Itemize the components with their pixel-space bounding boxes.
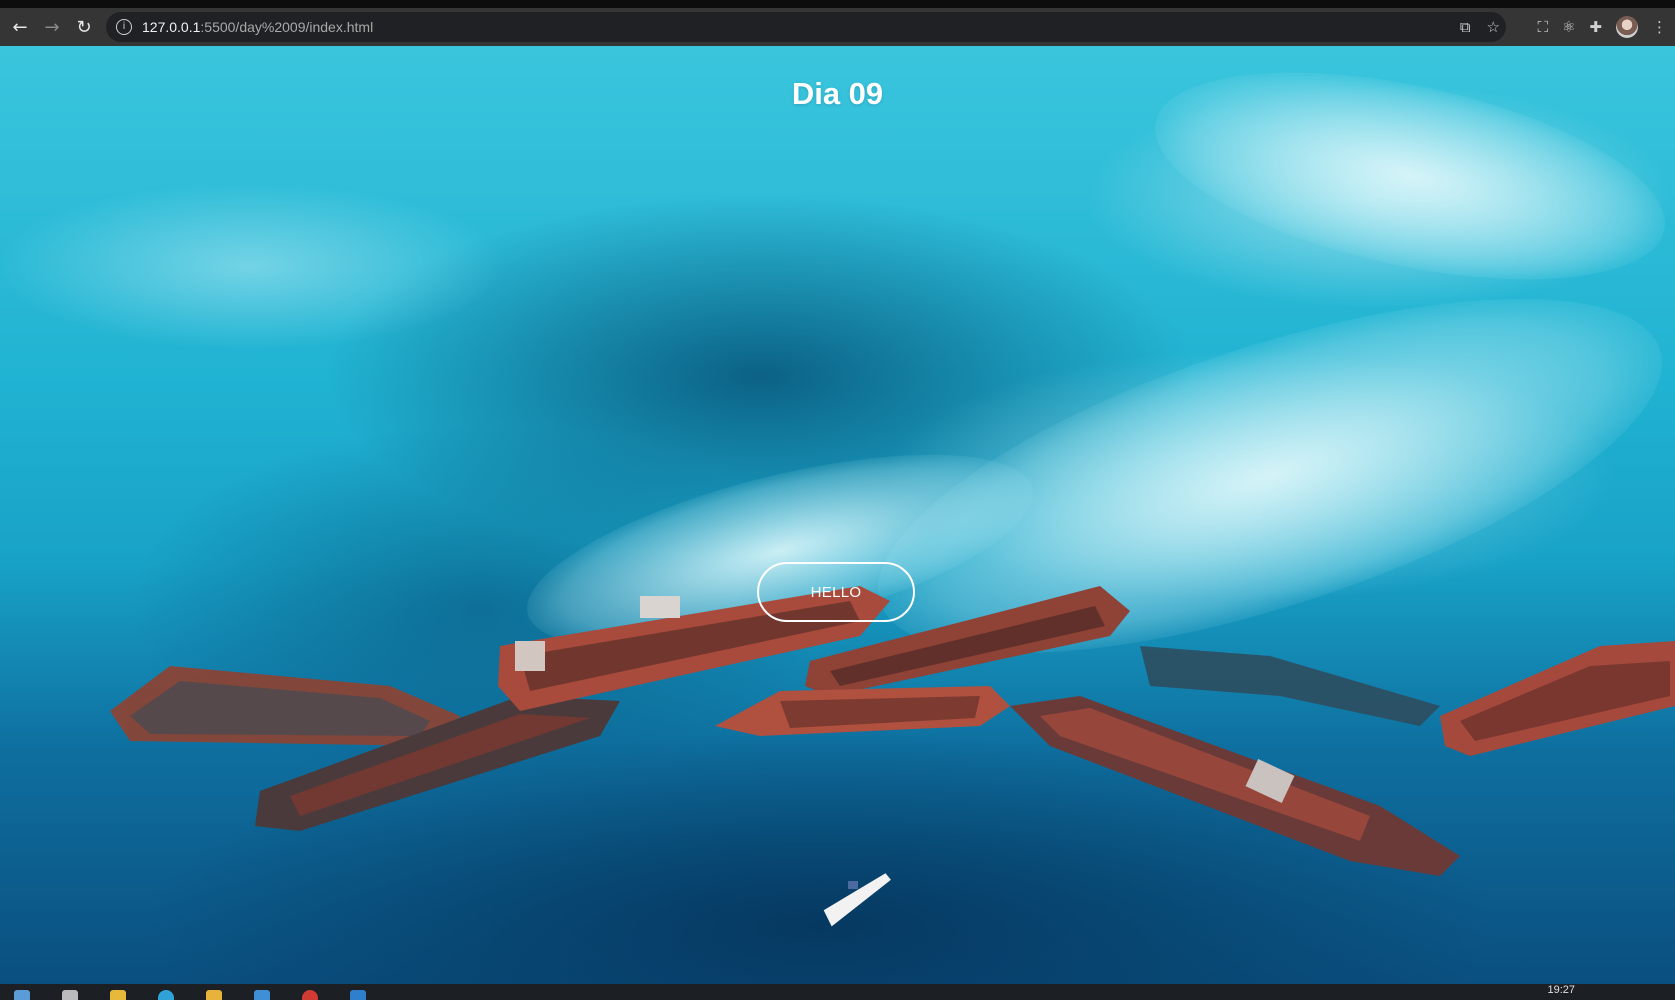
file-explorer-icon[interactable] <box>110 990 126 1000</box>
star-icon[interactable]: ☆ <box>1487 18 1500 36</box>
boat-shape <box>823 873 891 927</box>
address-bar[interactable]: i 127.0.0.1:5500/day%2009/index.html ⧉ ☆ <box>106 12 1506 42</box>
edge-icon[interactable] <box>158 990 174 1000</box>
vscode-icon[interactable] <box>350 990 366 1000</box>
info-icon[interactable]: i <box>116 19 132 35</box>
vscode-like-icon[interactable] <box>254 990 270 1000</box>
taskbar-clock: 19:27 <box>1547 984 1575 996</box>
page-title: Dia 09 <box>791 76 884 111</box>
page-viewport: Dia 09 HELLO <box>0 46 1675 984</box>
shipwrecks-illustration <box>110 586 1675 927</box>
extensions-icon[interactable]: ✚ <box>1589 18 1602 36</box>
app-icon[interactable] <box>206 990 222 1000</box>
reload-icon[interactable]: ↻ <box>68 11 100 43</box>
windows-start-icon[interactable] <box>14 990 30 1000</box>
wreck-shape <box>110 666 460 746</box>
task-view-icon[interactable] <box>62 990 78 1000</box>
hello-button[interactable]: HELLO <box>757 562 915 622</box>
url-host: 127.0.0.1 <box>142 19 201 35</box>
back-icon[interactable]: ← <box>4 11 36 43</box>
wreck-shape <box>1140 646 1440 726</box>
wreck-shape <box>1010 696 1460 876</box>
screenshot-icon[interactable]: ⛶ <box>1537 18 1548 36</box>
profile-avatar[interactable] <box>1616 16 1638 38</box>
os-taskbar: 19:27 <box>0 984 1675 1000</box>
url-text: 127.0.0.1:5500/day%2009/index.html <box>142 19 373 35</box>
translate-icon[interactable]: ⧉ <box>1460 18 1471 36</box>
menu-icon[interactable]: ⋮ <box>1652 18 1667 36</box>
window-top-strip <box>0 0 1675 8</box>
forward-icon[interactable]: → <box>36 11 68 43</box>
chrome-icon[interactable] <box>302 990 318 1000</box>
wreck-shape <box>1440 641 1675 756</box>
url-path: :5500/day%2009/index.html <box>200 19 374 35</box>
wreck-shape <box>715 686 1010 736</box>
react-devtools-icon[interactable]: ⚛ <box>1562 18 1575 36</box>
browser-toolbar: ← → ↻ i 127.0.0.1:5500/day%2009/index.ht… <box>0 8 1675 46</box>
